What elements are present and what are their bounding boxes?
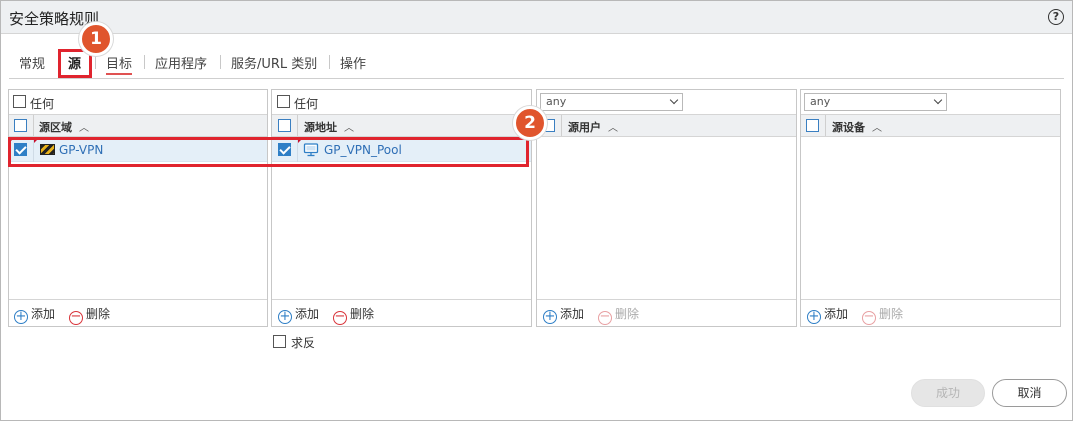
- add-icon: +: [807, 309, 821, 324]
- sort-asc-icon[interactable]: ︿: [344, 119, 354, 134]
- delete-icon: −: [333, 309, 347, 325]
- any-address-checkbox[interactable]: [277, 95, 290, 108]
- address-column-label[interactable]: 源地址: [304, 119, 337, 135]
- add-label: 添加: [31, 307, 56, 321]
- dropdown-value: any: [546, 95, 567, 108]
- add-icon: +: [543, 309, 557, 324]
- sort-asc-icon[interactable]: ︿: [872, 119, 882, 134]
- source-zone-panel: 任何 源区域 ︿ GP-VPN + 添加 − 删除: [8, 89, 268, 327]
- delete-icon: −: [862, 309, 876, 325]
- add-address-button[interactable]: + 添加: [278, 305, 319, 324]
- source-device-panel: any 源设备 ︿ + 添加 − 删除: [800, 89, 1061, 327]
- any-address-label: 任何: [294, 97, 319, 111]
- add-icon: +: [14, 309, 28, 324]
- tab-destination[interactable]: 目标: [106, 53, 133, 75]
- chevron-down-icon: [933, 95, 943, 105]
- help-icon[interactable]: ?: [1048, 9, 1064, 25]
- add-device-button[interactable]: + 添加: [807, 305, 848, 324]
- zone-column-label[interactable]: 源区域: [39, 119, 72, 135]
- tab-general[interactable]: 常规: [19, 53, 45, 72]
- add-user-button[interactable]: + 添加: [543, 305, 584, 324]
- dialog-titlebar: 安全策略规则 ?: [1, 1, 1072, 34]
- add-label: 添加: [295, 307, 320, 321]
- any-zone-label: 任何: [30, 97, 55, 111]
- step-badge-1: 1: [79, 22, 113, 56]
- tab-service-url[interactable]: 服务/URL 类别: [231, 53, 317, 72]
- user-column-label[interactable]: 源用户: [568, 119, 601, 135]
- ok-button[interactable]: 成功: [911, 379, 985, 407]
- panel-footer: + 添加 − 删除: [537, 299, 796, 326]
- user-column-header: 源用户 ︿: [537, 114, 796, 137]
- add-icon: +: [278, 309, 292, 324]
- panel-footer: + 添加 − 删除: [272, 299, 531, 326]
- negate-checkbox[interactable]: [273, 335, 286, 348]
- sort-asc-icon[interactable]: ︿: [608, 119, 618, 134]
- column-separator: [561, 115, 562, 136]
- zone-column-header: 源区域 ︿: [9, 114, 267, 137]
- selected-rows-highlight: [8, 137, 529, 167]
- delete-address-button[interactable]: − 删除: [333, 305, 374, 325]
- delete-label: 删除: [350, 307, 375, 321]
- panel-top: 任何: [9, 90, 267, 114]
- chevron-down-icon: [669, 95, 679, 105]
- security-policy-dialog: 安全策略规则 ? 常规 源 目标 应用程序 服务/URL 类别 操作 1 任何 …: [0, 0, 1073, 421]
- delete-label: 删除: [86, 307, 111, 321]
- any-zone-checkbox[interactable]: [13, 95, 26, 108]
- step-badge-2: 2: [513, 106, 547, 140]
- negate-label: 求反: [291, 336, 316, 350]
- source-user-dropdown[interactable]: any: [540, 93, 683, 111]
- delete-icon: −: [69, 309, 83, 325]
- source-user-panel: any 源用户 ︿ + 添加 − 删除: [536, 89, 797, 327]
- delete-user-button[interactable]: − 删除: [598, 305, 639, 325]
- delete-label: 删除: [615, 307, 640, 321]
- tab-separator: [144, 55, 145, 69]
- tab-application[interactable]: 应用程序: [155, 53, 207, 72]
- tab-separator: [329, 55, 330, 69]
- sort-asc-icon[interactable]: ︿: [79, 119, 89, 134]
- dropdown-value: any: [810, 95, 831, 108]
- column-separator: [825, 115, 826, 136]
- add-label: 添加: [824, 307, 849, 321]
- delete-zone-button[interactable]: − 删除: [69, 305, 110, 325]
- tab-separator: [220, 55, 221, 69]
- tab-separator: [95, 55, 96, 69]
- device-column-header: 源设备 ︿: [801, 114, 1060, 137]
- select-all-devices-checkbox[interactable]: [806, 119, 819, 132]
- source-address-panel: 任何 源地址 ︿ GP_VPN_Pool + 添加 − 删除: [271, 89, 532, 327]
- add-label: 添加: [560, 307, 585, 321]
- select-all-addresses-checkbox[interactable]: [278, 119, 291, 132]
- tab-bar: 常规 源 目标 应用程序 服务/URL 类别 操作: [9, 49, 1064, 79]
- column-separator: [33, 115, 34, 136]
- column-separator: [297, 115, 298, 136]
- delete-icon: −: [598, 309, 612, 325]
- delete-device-button[interactable]: − 删除: [862, 305, 903, 325]
- panel-footer: + 添加 − 删除: [801, 299, 1060, 326]
- tab-actions[interactable]: 操作: [340, 53, 366, 72]
- panel-top: 任何: [272, 90, 531, 114]
- cancel-button[interactable]: 取消: [992, 379, 1067, 407]
- device-column-label[interactable]: 源设备: [832, 119, 865, 135]
- delete-label: 删除: [879, 307, 904, 321]
- add-zone-button[interactable]: + 添加: [14, 305, 55, 324]
- source-device-dropdown[interactable]: any: [804, 93, 947, 111]
- select-all-zones-checkbox[interactable]: [14, 119, 27, 132]
- address-column-header: 源地址 ︿: [272, 114, 531, 137]
- panel-footer: + 添加 − 删除: [9, 299, 267, 326]
